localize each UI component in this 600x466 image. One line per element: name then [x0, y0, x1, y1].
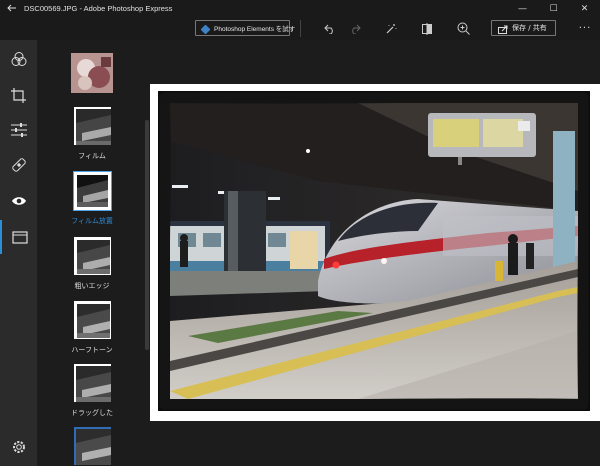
- borders-icon[interactable]: [0, 220, 37, 254]
- healing-icon[interactable]: [0, 148, 37, 182]
- effect-label: 粗いエッジ: [74, 282, 110, 290]
- pse-logo-icon: [200, 19, 211, 38]
- effect-label: フィルム放置: [71, 217, 113, 225]
- crop-icon[interactable]: [0, 78, 37, 112]
- pse-label: Photoshop Elements を試す: [214, 26, 296, 33]
- effect-item-rough-edge[interactable]: 粗いエッジ: [37, 236, 147, 291]
- auto-fix-icon[interactable]: [382, 20, 400, 37]
- effect-thumbnail: [73, 236, 112, 276]
- effect-item-halftone[interactable]: ハーフトーン: [37, 300, 147, 355]
- save-share-label: 保存 / 共有: [512, 24, 547, 32]
- looks-icon[interactable]: [0, 42, 37, 76]
- maximize-button[interactable]: ☐: [538, 0, 569, 17]
- effect-item-next[interactable]: [37, 426, 147, 466]
- effect-label: ハーフトーン: [71, 346, 113, 354]
- eye-icon[interactable]: [0, 184, 37, 218]
- effect-label: ドラッグした: [71, 409, 113, 417]
- effect-item-dragged[interactable]: ドラッグした: [37, 363, 147, 418]
- undo-icon[interactable]: [321, 20, 339, 37]
- redo-icon[interactable]: [346, 20, 364, 37]
- tool-rail: [0, 40, 37, 466]
- edited-photo[interactable]: [156, 89, 592, 413]
- effect-thumbnail: [72, 171, 112, 211]
- toolbar-divider: [300, 20, 301, 37]
- close-button[interactable]: ✕: [569, 0, 600, 17]
- adjustments-icon[interactable]: [0, 113, 37, 147]
- toolbar: Photoshop Elements を試す 保存 / 共有 ···: [0, 17, 600, 40]
- effect-thumbnail: [70, 52, 114, 94]
- effect-item-film[interactable]: フィルム: [37, 106, 147, 161]
- settings-icon[interactable]: [0, 430, 37, 464]
- effect-item-original[interactable]: [37, 52, 147, 94]
- compare-icon[interactable]: [418, 20, 436, 37]
- save-share-button[interactable]: 保存 / 共有: [491, 20, 556, 36]
- back-arrow-icon: [7, 2, 17, 15]
- effect-thumbnail: [73, 300, 112, 340]
- effect-item-film-neglect[interactable]: フィルム放置: [37, 171, 147, 226]
- more-button[interactable]: ···: [575, 20, 595, 36]
- effect-label: フィルム: [78, 152, 106, 160]
- back-button[interactable]: [0, 0, 24, 17]
- photoshop-elements-button[interactable]: Photoshop Elements を試す: [195, 19, 295, 38]
- effect-thumbnail: [73, 106, 112, 146]
- minimize-button[interactable]: —: [507, 0, 538, 17]
- zoom-icon[interactable]: [454, 20, 472, 37]
- effect-thumbnail: [73, 363, 112, 403]
- window-title: DSC00569.JPG - Adobe Photoshop Express: [24, 4, 173, 13]
- title-bar: DSC00569.JPG - Adobe Photoshop Express —…: [0, 0, 600, 17]
- share-icon: [498, 19, 508, 38]
- effect-thumbnail: [73, 426, 112, 466]
